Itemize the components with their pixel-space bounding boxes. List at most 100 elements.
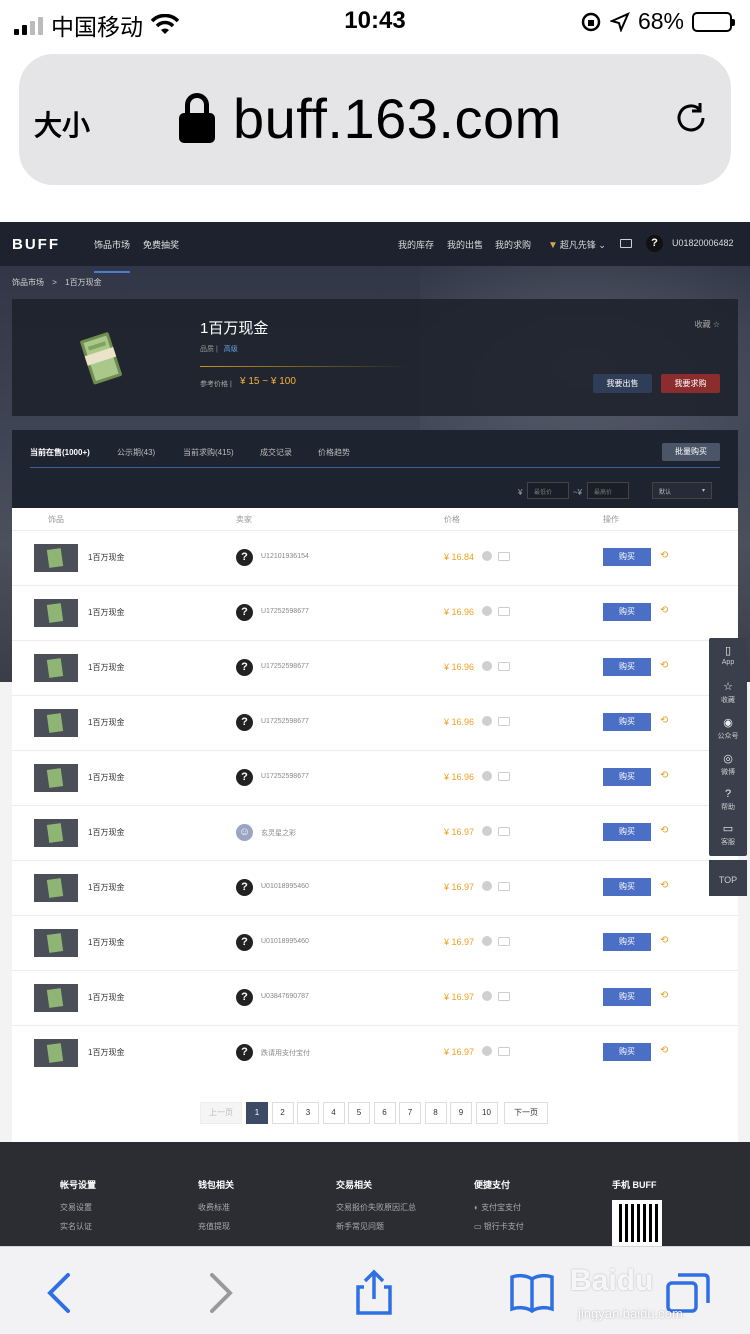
seller-name[interactable]: U17252598677 xyxy=(261,608,309,615)
sell-button[interactable]: 我要出售 xyxy=(593,374,652,393)
seller-name[interactable]: U01018995460 xyxy=(261,883,309,890)
seller-name[interactable]: U17252598677 xyxy=(261,773,309,780)
nav-lottery[interactable]: 免费抽奖 xyxy=(143,238,179,251)
seller-avatar[interactable]: ? xyxy=(236,549,253,566)
seller-name[interactable]: U17252598677 xyxy=(261,718,309,725)
page-button[interactable]: 4 xyxy=(322,1102,345,1124)
footer-link-alipay[interactable]: ◐ 支付宝支付 xyxy=(474,1202,521,1213)
seller-avatar[interactable]: ? xyxy=(236,934,253,951)
page-button[interactable]: 7 xyxy=(399,1102,421,1124)
seller-name[interactable]: U17252598677 xyxy=(261,663,309,670)
item-name[interactable]: 1百万现金 xyxy=(88,552,124,563)
inspect-icon[interactable] xyxy=(482,661,492,671)
footer-link[interactable]: 收费标准 xyxy=(198,1202,230,1213)
seller-name[interactable]: U01018995460 xyxy=(261,938,309,945)
reload-icon[interactable] xyxy=(673,100,709,136)
item-thumbnail[interactable] xyxy=(34,764,78,792)
bulk-buy-button[interactable]: 批量购买 xyxy=(662,443,720,461)
buy-button[interactable]: 购买 xyxy=(603,933,651,951)
buy-button[interactable]: 购买 xyxy=(603,713,651,731)
screenshot-icon[interactable] xyxy=(498,827,510,836)
seller-avatar[interactable]: ? xyxy=(236,604,253,621)
user-id[interactable]: U01820006482 xyxy=(672,238,734,248)
page-button[interactable]: 2 xyxy=(271,1102,294,1124)
item-name[interactable]: 1百万现金 xyxy=(88,772,124,783)
seller-avatar[interactable]: ☺ xyxy=(236,824,253,841)
address-bar[interactable]: 大小 buff.163.com xyxy=(19,54,731,185)
item-name[interactable]: 1百万现金 xyxy=(88,992,124,1003)
bargain-icon[interactable]: ⟲ xyxy=(660,1045,668,1056)
nav-my-buy-orders[interactable]: 我的求购 xyxy=(495,238,531,251)
footer-link[interactable]: 充值提现 xyxy=(198,1221,230,1232)
back-icon[interactable] xyxy=(36,1269,84,1317)
seller-avatar[interactable]: ? xyxy=(236,714,253,731)
item-thumbnail[interactable] xyxy=(34,1039,78,1067)
inspect-icon[interactable] xyxy=(482,1046,492,1056)
share-icon[interactable] xyxy=(350,1269,398,1317)
tab-public-period[interactable]: 公示期(43) xyxy=(117,447,155,458)
inspect-icon[interactable] xyxy=(482,716,492,726)
buff-logo[interactable]: BUFF xyxy=(12,236,60,253)
screenshot-icon[interactable] xyxy=(498,717,510,726)
item-name[interactable]: 1百万现金 xyxy=(88,662,124,673)
item-name[interactable]: 1百万现金 xyxy=(88,717,124,728)
inspect-icon[interactable] xyxy=(482,936,492,946)
nav-game-select[interactable]: ▼ 超凡先锋 ⌄ xyxy=(548,238,606,251)
seller-avatar[interactable]: ? xyxy=(236,769,253,786)
inspect-icon[interactable] xyxy=(482,881,492,891)
bargain-icon[interactable]: ⟲ xyxy=(660,660,668,671)
bookmarks-icon[interactable] xyxy=(508,1269,556,1317)
max-price-input[interactable]: 最高价 xyxy=(587,482,629,499)
item-name[interactable]: 1百万现金 xyxy=(88,937,124,948)
buy-button[interactable]: 购买 xyxy=(603,768,651,786)
side-tool-service[interactable]: ▭ 客服 xyxy=(709,822,747,847)
nav-market[interactable]: 饰品市场 xyxy=(94,238,131,273)
item-thumbnail[interactable] xyxy=(34,599,78,627)
seller-name[interactable]: U12101936154 xyxy=(261,553,309,560)
item-thumbnail[interactable] xyxy=(34,874,78,902)
bargain-icon[interactable]: ⟲ xyxy=(660,550,668,561)
seller-avatar[interactable]: ? xyxy=(236,879,253,896)
page-button[interactable]: 8 xyxy=(424,1102,447,1124)
buy-button[interactable]: 购买 xyxy=(603,878,651,896)
bargain-icon[interactable]: ⟲ xyxy=(660,935,668,946)
screenshot-icon[interactable] xyxy=(498,552,510,561)
seller-name[interactable]: 跌请用支付宝付 xyxy=(261,1048,310,1058)
page-button[interactable]: 10 xyxy=(475,1102,498,1124)
footer-link[interactable]: 新手常见问题 xyxy=(336,1221,384,1232)
bargain-icon[interactable]: ⟲ xyxy=(660,770,668,781)
item-thumbnail[interactable] xyxy=(34,654,78,682)
side-tool-app[interactable]: ▯ App xyxy=(709,644,747,666)
help-icon[interactable]: ? xyxy=(646,235,663,252)
tab-on-sale[interactable]: 当前在售(1000+) xyxy=(30,447,90,458)
breadcrumb-market[interactable]: 饰品市场 xyxy=(12,278,44,287)
mail-icon[interactable] xyxy=(620,239,632,248)
nav-my-sales[interactable]: 我的出售 xyxy=(447,238,483,251)
seller-name[interactable]: 玄灵星之彩 xyxy=(261,828,296,838)
inspect-icon[interactable] xyxy=(482,991,492,1001)
item-name[interactable]: 1百万现金 xyxy=(88,882,124,893)
buy-button[interactable]: 购买 xyxy=(603,1043,651,1061)
tab-trade-history[interactable]: 成交记录 xyxy=(260,447,292,458)
item-thumbnail[interactable] xyxy=(34,819,78,847)
seller-name[interactable]: U03847690787 xyxy=(261,993,309,1000)
url-display[interactable]: buff.163.com xyxy=(179,86,562,151)
tab-price-trend[interactable]: 价格趋势 xyxy=(318,447,350,458)
bargain-icon[interactable]: ⟲ xyxy=(660,880,668,891)
screenshot-icon[interactable] xyxy=(498,662,510,671)
buy-button[interactable]: 购买 xyxy=(603,658,651,676)
side-tool-wechat[interactable]: ◉ 公众号 xyxy=(709,716,747,741)
item-thumbnail[interactable] xyxy=(34,709,78,737)
bargain-icon[interactable]: ⟲ xyxy=(660,825,668,836)
bargain-icon[interactable]: ⟲ xyxy=(660,715,668,726)
forward-icon[interactable] xyxy=(196,1269,244,1317)
screenshot-icon[interactable] xyxy=(498,1047,510,1056)
page-button[interactable]: 1 xyxy=(246,1102,268,1124)
screenshot-icon[interactable] xyxy=(498,992,510,1001)
page-button[interactable]: 9 xyxy=(450,1102,472,1124)
item-name[interactable]: 1百万现金 xyxy=(88,607,124,618)
next-page-button[interactable]: 下一页 xyxy=(504,1102,548,1124)
seller-avatar[interactable]: ? xyxy=(236,659,253,676)
screenshot-icon[interactable] xyxy=(498,772,510,781)
page-button[interactable]: 5 xyxy=(348,1102,370,1124)
